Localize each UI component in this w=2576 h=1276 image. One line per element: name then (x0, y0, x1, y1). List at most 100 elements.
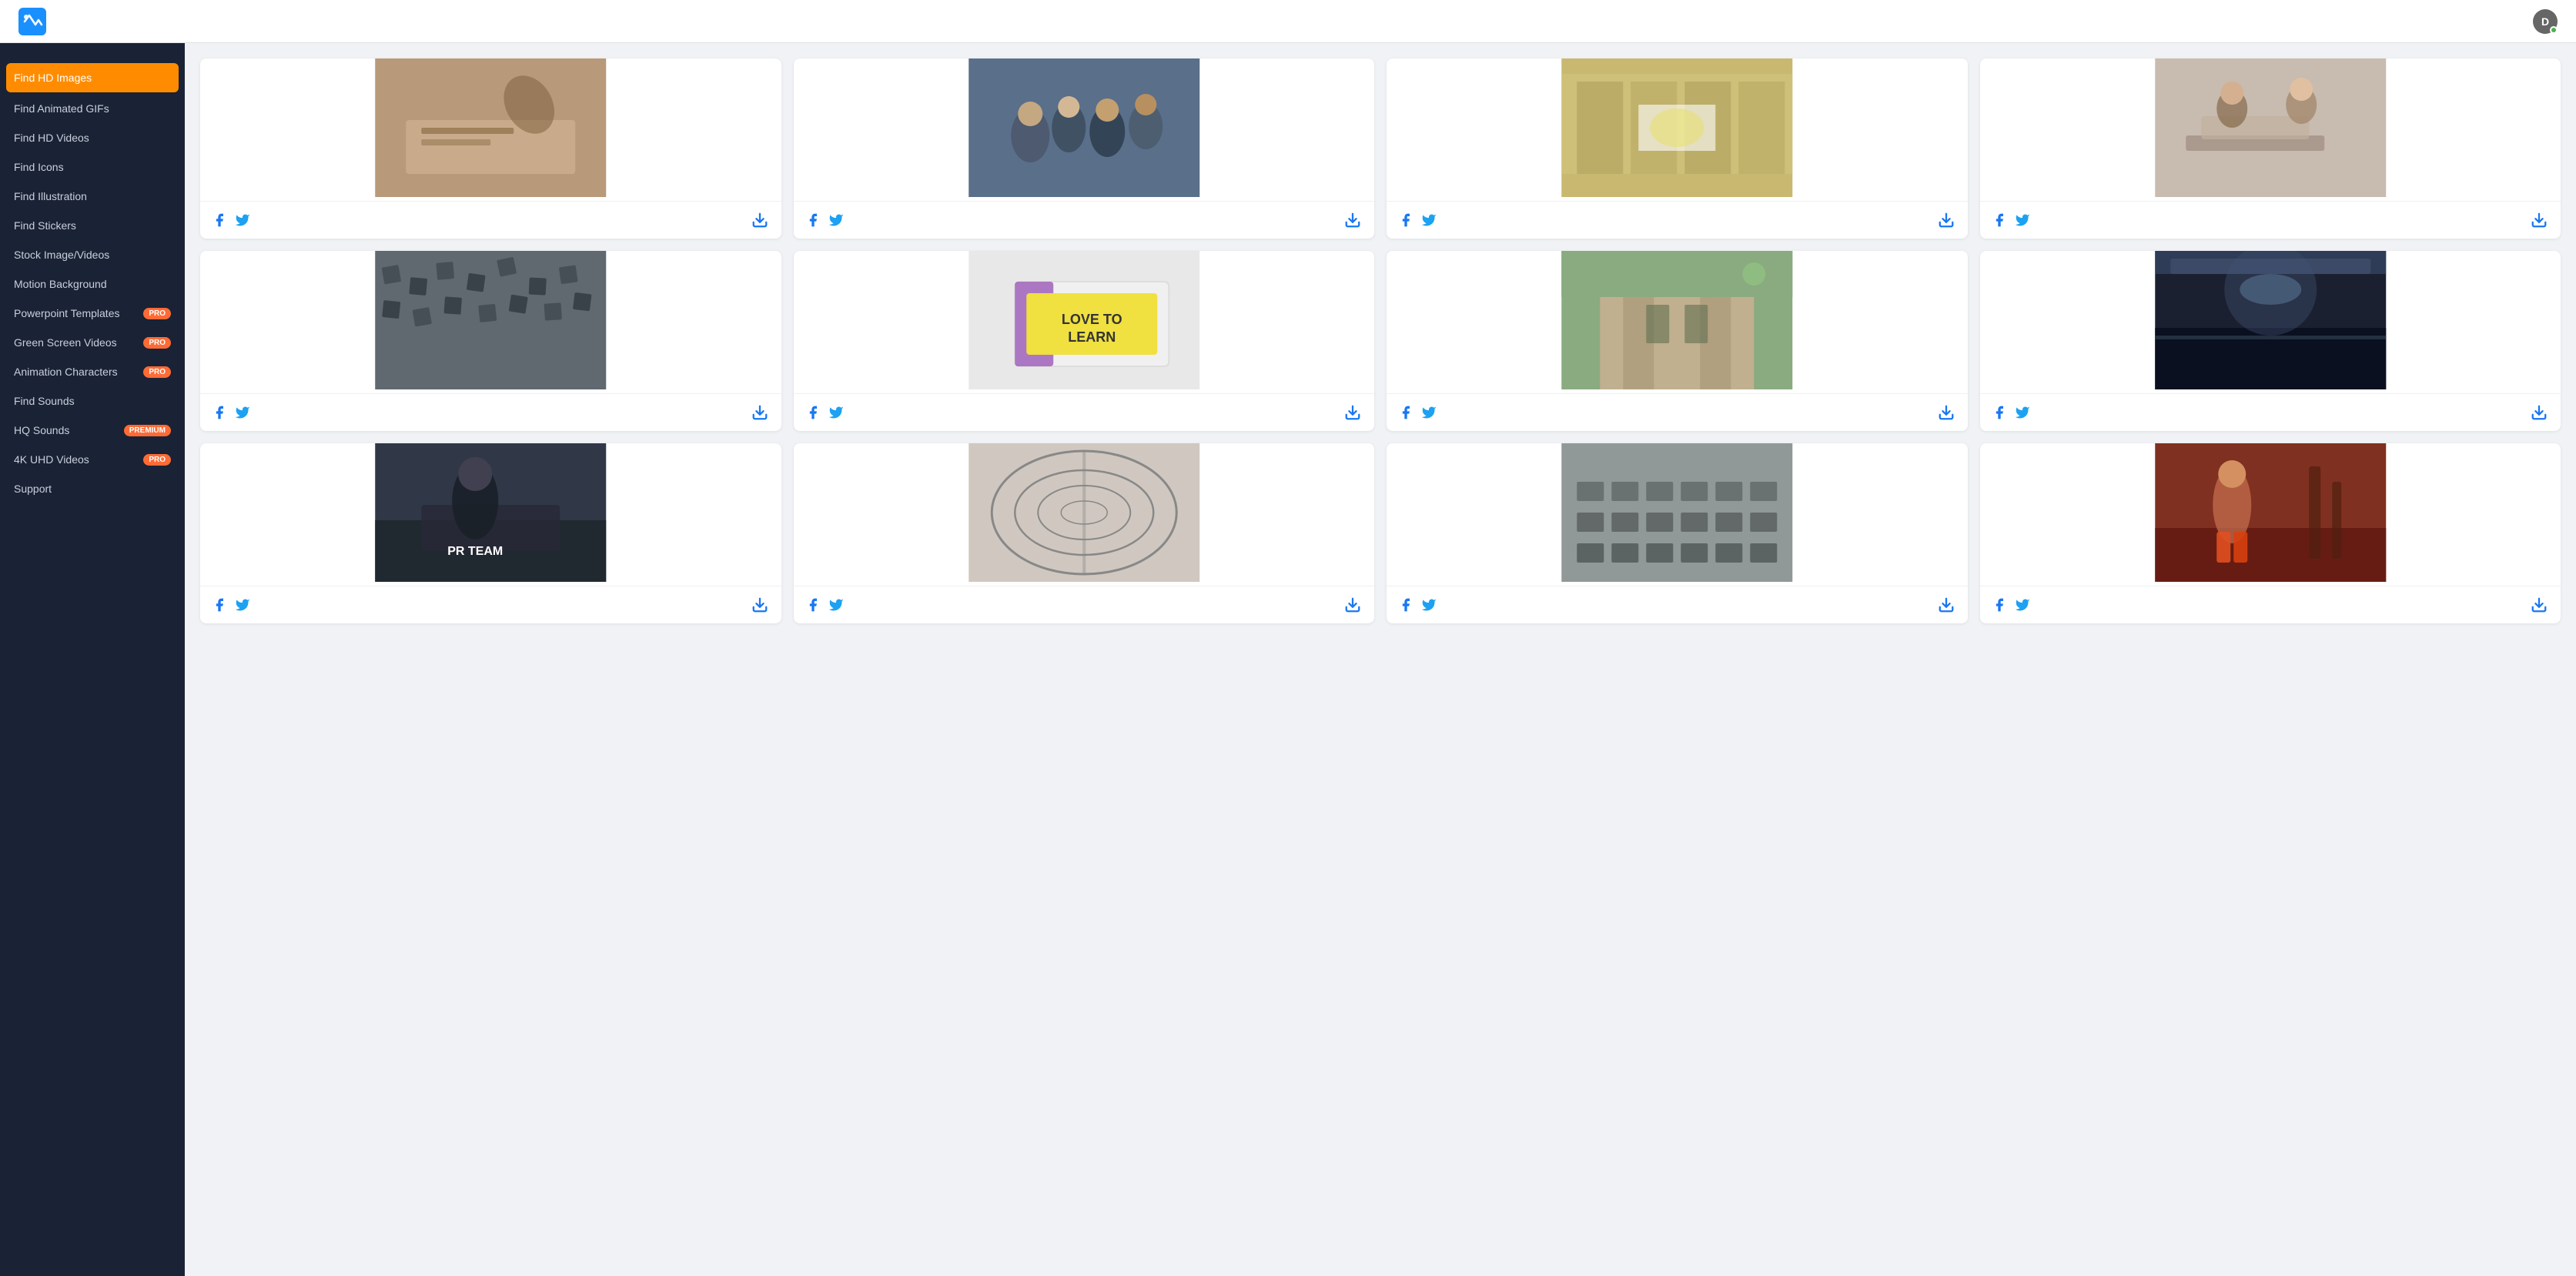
download-icon-12[interactable] (2528, 594, 2550, 616)
sidebar-item-label-animation-characters: Animation Characters (14, 366, 118, 378)
download-icon-9[interactable] (749, 594, 771, 616)
sidebar-item-label-find-illustration: Find Illustration (14, 190, 87, 202)
download-icon-7[interactable] (1935, 402, 1957, 423)
twitter-icon-4[interactable] (2014, 212, 2031, 229)
twitter-icon-5[interactable] (234, 404, 251, 421)
badge-hq-sounds: Premium (124, 425, 171, 436)
image-grid: LOVE TOLEARNPR TEAM (200, 58, 2561, 623)
image-card-actions-3 (1387, 201, 1968, 239)
social-icons-4 (1991, 212, 2031, 229)
sidebar-item-motion-background[interactable]: Motion Background (0, 269, 185, 299)
sidebar-item-label-4k-uhd-videos: 4K UHD Videos (14, 453, 89, 466)
download-icon-4[interactable] (2528, 209, 2550, 231)
image-card-11 (1387, 443, 1968, 623)
facebook-icon-8[interactable] (1991, 404, 2008, 421)
download-icon-2[interactable] (1342, 209, 1363, 231)
facebook-icon-4[interactable] (1991, 212, 2008, 229)
twitter-icon-10[interactable] (828, 596, 845, 613)
avatar-wrapper[interactable]: D (2533, 9, 2558, 34)
facebook-icon-3[interactable] (1397, 212, 1414, 229)
twitter-icon-11[interactable] (1420, 596, 1437, 613)
image-card-4 (1980, 58, 2561, 239)
facebook-icon-7[interactable] (1397, 404, 1414, 421)
image-card-actions-11 (1387, 586, 1968, 623)
sidebar-item-find-icons[interactable]: Find Icons (0, 152, 185, 182)
social-icons-10 (805, 596, 845, 613)
sidebar-item-4k-uhd-videos[interactable]: 4K UHD Videos Pro (0, 445, 185, 474)
nav-section-label (0, 43, 185, 62)
facebook-icon-9[interactable] (211, 596, 228, 613)
badge-animation-characters: Pro (143, 366, 171, 378)
twitter-icon-6[interactable] (828, 404, 845, 421)
image-card-12 (1980, 443, 2561, 623)
sidebar-item-find-animated-gifs[interactable]: Find Animated GIFs (0, 94, 185, 123)
image-card-actions-4 (1980, 201, 2561, 239)
twitter-icon-9[interactable] (234, 596, 251, 613)
sidebar-item-label-stock-image-videos: Stock Image/Videos (14, 249, 109, 261)
download-icon-8[interactable] (2528, 402, 2550, 423)
image-thumb-8 (1980, 251, 2561, 393)
sidebar-item-find-hd-images[interactable]: Find HD Images (6, 63, 179, 92)
image-thumb-11 (1387, 443, 1968, 586)
sidebar-item-find-stickers[interactable]: Find Stickers (0, 211, 185, 240)
image-card-actions-12 (1980, 586, 2561, 623)
image-thumb-7 (1387, 251, 1968, 393)
sidebar-item-label-motion-background: Motion Background (14, 278, 107, 290)
image-thumb-2 (794, 58, 1375, 201)
twitter-icon-7[interactable] (1420, 404, 1437, 421)
facebook-icon-11[interactable] (1397, 596, 1414, 613)
image-card-actions-9 (200, 586, 781, 623)
sidebar-item-label-support: Support (14, 483, 52, 495)
layout: Find HD Images Find Animated GIFs Find HD … (0, 43, 2576, 1276)
sidebar-item-green-screen-videos[interactable]: Green Screen Videos Pro (0, 328, 185, 357)
download-icon-3[interactable] (1935, 209, 1957, 231)
image-card-7 (1387, 251, 1968, 431)
facebook-icon-5[interactable] (211, 404, 228, 421)
sidebar-item-find-illustration[interactable]: Find Illustration (0, 182, 185, 211)
social-icons-3 (1397, 212, 1437, 229)
sidebar-item-stock-image-videos[interactable]: Stock Image/Videos (0, 240, 185, 269)
sidebar-item-label-find-stickers: Find Stickers (14, 219, 76, 232)
image-thumb-12 (1980, 443, 2561, 586)
sidebar-item-label-find-sounds: Find Sounds (14, 395, 75, 407)
facebook-icon-12[interactable] (1991, 596, 2008, 613)
download-icon-1[interactable] (749, 209, 771, 231)
twitter-icon-1[interactable] (234, 212, 251, 229)
facebook-icon-2[interactable] (805, 212, 821, 229)
download-icon-10[interactable] (1342, 594, 1363, 616)
download-icon-6[interactable] (1342, 402, 1363, 423)
social-icons-11 (1397, 596, 1437, 613)
image-thumb-10 (794, 443, 1375, 586)
svg-text:PR TEAM: PR TEAM (447, 545, 503, 558)
social-icons-2 (805, 212, 845, 229)
online-indicator (2550, 26, 2558, 34)
download-icon-11[interactable] (1935, 594, 1957, 616)
twitter-icon-8[interactable] (2014, 404, 2031, 421)
social-icons-5 (211, 404, 251, 421)
twitter-icon-12[interactable] (2014, 596, 2031, 613)
sidebar-item-label-find-animated-gifs: Find Animated GIFs (14, 102, 109, 115)
image-thumb-4 (1980, 58, 2561, 201)
facebook-icon-1[interactable] (211, 212, 228, 229)
twitter-icon-3[interactable] (1420, 212, 1437, 229)
sidebar-item-support[interactable]: Support (0, 474, 185, 503)
sidebar-item-find-sounds[interactable]: Find Sounds (0, 386, 185, 416)
twitter-icon-2[interactable] (828, 212, 845, 229)
sidebar-item-label-green-screen-videos: Green Screen Videos (14, 336, 117, 349)
image-card-2 (794, 58, 1375, 239)
sidebar-item-find-hd-videos[interactable]: Find HD Videos (0, 123, 185, 152)
badge-green-screen-videos: Pro (143, 337, 171, 349)
logo-area (18, 8, 54, 35)
image-card-9: PR TEAM (200, 443, 781, 623)
social-icons-1 (211, 212, 251, 229)
facebook-icon-10[interactable] (805, 596, 821, 613)
facebook-icon-6[interactable] (805, 404, 821, 421)
sidebar-item-hq-sounds[interactable]: HQ SoundsPremium (0, 416, 185, 445)
badge-4k-uhd-videos: Pro (143, 454, 171, 466)
image-card-actions-5 (200, 393, 781, 431)
download-icon-5[interactable] (749, 402, 771, 423)
svg-text:LEARN: LEARN (1068, 329, 1116, 345)
image-card-actions-7 (1387, 393, 1968, 431)
sidebar-item-animation-characters[interactable]: Animation Characters Pro (0, 357, 185, 386)
sidebar-item-powerpoint-templates[interactable]: Powerpoint TemplatesPro (0, 299, 185, 328)
